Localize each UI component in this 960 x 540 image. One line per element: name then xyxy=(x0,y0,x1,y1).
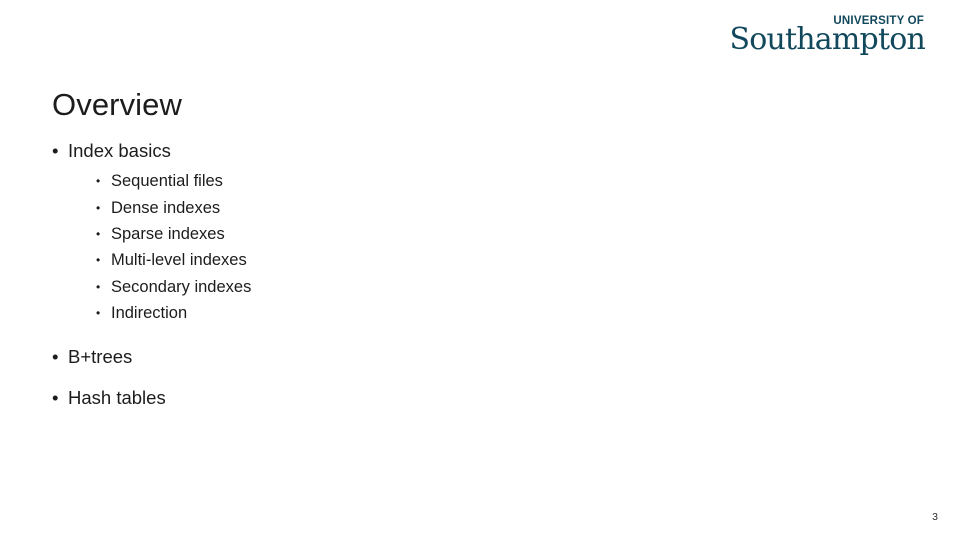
list-item: • Dense indexes xyxy=(96,195,692,221)
list-item-label: Secondary indexes xyxy=(111,277,252,296)
list-item: • Multi-level indexes xyxy=(96,247,692,273)
slide-body-content: • Index basics • Sequential files • Dens… xyxy=(52,140,692,415)
bullet-marker-icon: • xyxy=(96,174,101,189)
list-item-label: Dense indexes xyxy=(111,198,221,217)
list-item-label: Multi-level indexes xyxy=(111,251,247,270)
bullet-marker-icon: • xyxy=(52,345,59,367)
bullet-list-level2: • Sequential files • Dense indexes • Spa… xyxy=(68,168,692,326)
bullet-marker-icon: • xyxy=(52,140,59,161)
list-item: • Sequential files xyxy=(96,168,692,194)
list-item-label: B+trees xyxy=(68,345,133,367)
list-item: • Secondary indexes xyxy=(96,274,692,300)
list-item-label: Sparse indexes xyxy=(111,224,225,243)
presentation-slide: UNIVERSITY OF Southampton Overview • Ind… xyxy=(0,0,960,540)
bullet-marker-icon: • xyxy=(96,200,101,215)
list-item: • Indirection xyxy=(96,300,692,326)
bullet-marker-icon: • xyxy=(52,386,59,408)
list-item: • Sparse indexes xyxy=(96,221,692,247)
list-item-label: Index basics xyxy=(68,140,171,161)
bullet-marker-icon: • xyxy=(96,306,101,321)
page-title: Overview xyxy=(52,87,182,122)
list-item-label: Hash tables xyxy=(68,386,166,408)
bullet-marker-icon: • xyxy=(96,279,101,294)
logo-wordmark-text: Southampton xyxy=(729,21,926,57)
list-item: • Hash tables xyxy=(52,387,692,409)
list-item-label: Indirection xyxy=(111,304,188,323)
list-item: • B+trees xyxy=(52,346,692,368)
bullet-list-level1: • Index basics • Sequential files • Dens… xyxy=(52,140,692,409)
list-item: • Index basics • Sequential files • Dens… xyxy=(52,140,692,327)
page-number: 3 xyxy=(932,510,938,523)
university-logo: UNIVERSITY OF Southampton xyxy=(729,15,926,57)
bullet-marker-icon: • xyxy=(96,226,101,241)
bullet-marker-icon: • xyxy=(96,253,101,268)
list-item-label: Sequential files xyxy=(111,172,223,191)
